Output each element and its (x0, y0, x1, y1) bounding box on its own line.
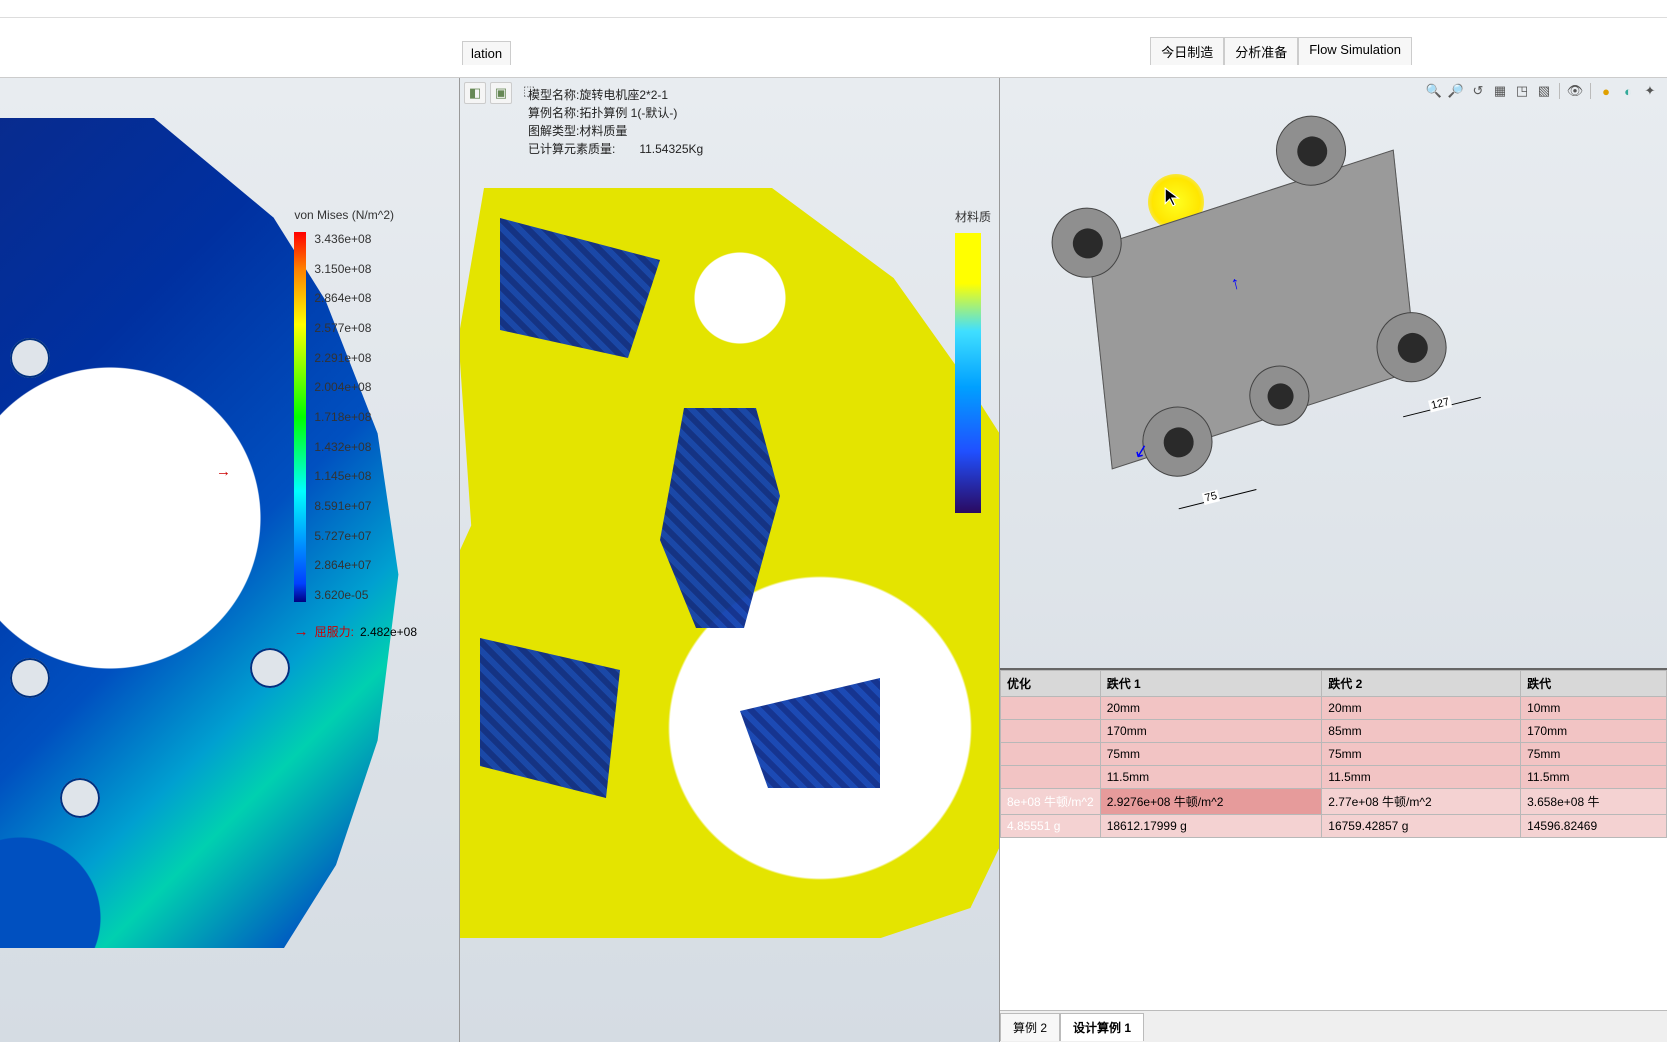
stress-legend: von Mises (N/m^2) → 3.436e+08 3.150e+08 … (294, 208, 394, 602)
legend-tick: 5.727e+07 (314, 529, 371, 543)
hole-icon (10, 658, 50, 698)
value: 材料质量 (579, 124, 627, 138)
legend-tick: 2.004e+08 (314, 380, 371, 394)
material-mass-legend: 材料质 (955, 208, 991, 513)
yield-value: 2.482e+08 (360, 625, 417, 639)
row-label: 8e+08 牛顿/m^2 (1001, 789, 1101, 815)
dimension-value: 75 (1202, 489, 1221, 505)
view-orient-icon[interactable]: ◳ (1513, 82, 1531, 100)
view-icon[interactable]: ◧ (464, 82, 486, 104)
legend-title: 材料质 (955, 208, 991, 225)
legend-tick: 1.145e+08 (314, 469, 371, 483)
cell[interactable]: 11.5mm (1322, 766, 1521, 789)
appearance-icon[interactable]: ● (1597, 82, 1615, 100)
value: 拓扑算例 1(-默认-) (579, 106, 677, 120)
cell[interactable]: 3.658e+08 牛 (1521, 789, 1667, 815)
yield-label: 屈服力: (315, 623, 354, 640)
cell[interactable]: 85mm (1322, 720, 1521, 743)
cell[interactable]: 20mm (1322, 697, 1521, 720)
zoom-window-icon[interactable]: 🔎 (1447, 82, 1465, 100)
cell[interactable]: 75mm (1521, 743, 1667, 766)
cell[interactable]: 20mm (1100, 697, 1322, 720)
viewport-mini-toolbar: ◧ ▣ (464, 82, 512, 104)
legend-colorbar (294, 232, 306, 602)
hole-icon (60, 778, 100, 818)
cell[interactable]: 170mm (1521, 720, 1667, 743)
legend-tick: 2.291e+08 (314, 351, 371, 365)
title-bar (0, 0, 1667, 18)
dimension-value: 127 (1428, 395, 1453, 412)
col-iter3[interactable]: 跌代 (1521, 671, 1667, 697)
legend-tick: 2.864e+08 (314, 291, 371, 305)
yield-strength: → 屈服力: 2.482e+08 (294, 623, 417, 640)
tab-analysis-prep[interactable]: 分析准备 (1224, 37, 1298, 65)
legend-tick: 8.591e+07 (314, 499, 371, 513)
legend-title: von Mises (N/m^2) (294, 208, 394, 222)
design-study-results: 优化 跌代 1 跌代 2 跌代 20mm 20mm 10mm (1000, 668, 1667, 1010)
section-view-icon[interactable]: ▦ (1491, 82, 1509, 100)
cell[interactable]: 10mm (1521, 697, 1667, 720)
cell[interactable]: 11.5mm (1100, 766, 1322, 789)
separator (1559, 83, 1560, 99)
study-tab-active[interactable]: 设计算例 1 (1060, 1013, 1144, 1041)
ribbon: lation 今日制造 分析准备 Flow Simulation (0, 18, 1667, 78)
study-tab[interactable]: 算例 2 (1000, 1013, 1060, 1041)
legend-tick: 2.864e+07 (314, 558, 371, 572)
cell[interactable]: 2.9276e+08 牛顿/m^2 (1100, 789, 1322, 815)
hide-show-icon[interactable]: 👁 (1566, 82, 1584, 100)
legend-tick: 1.432e+08 (314, 440, 371, 454)
cell[interactable]: 75mm (1100, 743, 1322, 766)
row-label: 4.85551 g (1001, 815, 1101, 838)
legend-ticks: 3.436e+08 3.150e+08 2.864e+08 2.577e+08 … (314, 232, 371, 602)
cell[interactable]: 170mm (1100, 720, 1322, 743)
cell[interactable]: 11.5mm (1521, 766, 1667, 789)
legend-tick: 3.436e+08 (314, 232, 371, 246)
cell[interactable]: 75mm (1322, 743, 1521, 766)
label: 算例名称: (528, 106, 579, 120)
cad-plate (1089, 149, 1417, 469)
scene-icon[interactable]: ◐ (1619, 82, 1637, 100)
tab-manufacture-today[interactable]: 今日制造 (1150, 37, 1224, 65)
value: 旋转电机座2*2-1 (579, 88, 668, 102)
separator (1590, 83, 1591, 99)
value: 11.54325Kg (639, 140, 703, 158)
col-optimal[interactable]: 优化 (1001, 671, 1101, 697)
row-label (1001, 720, 1101, 743)
prev-view-icon[interactable]: ↺ (1469, 82, 1487, 100)
legend-tick: 3.150e+08 (314, 262, 371, 276)
label: 模型名称: (528, 88, 579, 102)
hole-icon (10, 338, 50, 378)
tab-flow-simulation[interactable]: Flow Simulation (1298, 37, 1412, 65)
view-box-icon[interactable]: ▣ (490, 82, 512, 104)
label: 已计算元素质量: (528, 142, 615, 156)
cell[interactable]: 16759.42857 g (1322, 815, 1521, 838)
legend-tick: 1.718e+08 (314, 410, 371, 424)
viewport-stress[interactable]: von Mises (N/m^2) → 3.436e+08 3.150e+08 … (0, 78, 460, 1042)
legend-colorbar (955, 233, 981, 513)
results-table: 优化 跌代 1 跌代 2 跌代 20mm 20mm 10mm (1000, 670, 1667, 838)
render-icon[interactable]: ✦ (1641, 82, 1659, 100)
tab-simulation-partial[interactable]: lation (462, 41, 511, 65)
cell[interactable]: 14596.82469 (1521, 815, 1667, 838)
arrow-right-icon: → (294, 623, 309, 640)
cad-model: ↑ ↙ 75 127 (1027, 96, 1493, 540)
cell[interactable]: 18612.17999 g (1100, 815, 1322, 838)
viewport-topology[interactable]: ◧ ▣ ⬚ 模型名称:旋转电机座2*2-1 算例名称:拓扑算例 1(-默认-) … (460, 78, 1000, 1042)
zoom-fit-icon[interactable]: 🔍 (1425, 82, 1443, 100)
col-iter2[interactable]: 跌代 2 (1322, 671, 1521, 697)
hole-icon (250, 648, 290, 688)
label: 图解类型: (528, 124, 579, 138)
row-label (1001, 697, 1101, 720)
study-tabs: 算例 2 设计算例 1 (1000, 1010, 1667, 1042)
legend-tick: 3.620e-05 (314, 588, 371, 602)
row-label (1001, 766, 1101, 789)
legend-tick: 2.577e+08 (314, 321, 371, 335)
cell[interactable]: 2.77e+08 牛顿/m^2 (1322, 789, 1521, 815)
display-style-icon[interactable]: ▧ (1535, 82, 1553, 100)
row-label (1001, 743, 1101, 766)
heads-up-toolbar: 🔍 🔎 ↺ ▦ ◳ ▧ 👁 ● ◐ ✦ (1425, 82, 1659, 100)
col-iter1[interactable]: 跌代 1 (1100, 671, 1322, 697)
plot-info-overlay: 模型名称:旋转电机座2*2-1 算例名称:拓扑算例 1(-默认-) 图解类型:材… (528, 86, 703, 158)
max-arrow-icon: → (216, 463, 231, 480)
